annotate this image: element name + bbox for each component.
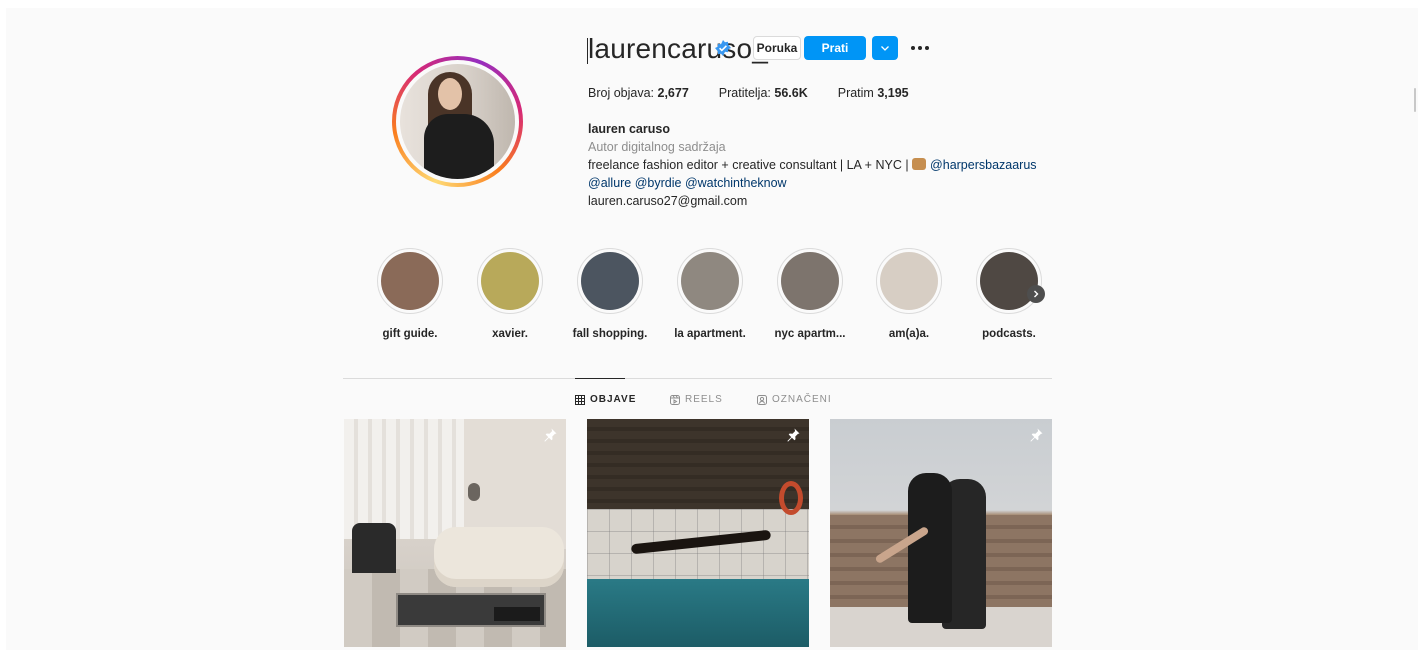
posts-count-label: Broj objava: bbox=[588, 86, 655, 100]
bio-mention-link[interactable]: @harpersbazaarus bbox=[930, 158, 1037, 172]
post-thumbnail[interactable] bbox=[587, 419, 809, 647]
highlight-ring bbox=[976, 248, 1042, 314]
avatar-border bbox=[396, 60, 519, 183]
highlight-label: am(a)a. bbox=[888, 328, 930, 340]
chevron-right-icon bbox=[1034, 290, 1039, 298]
highlight-ring bbox=[377, 248, 443, 314]
reels-icon bbox=[670, 394, 680, 405]
highlights-next-button[interactable] bbox=[1027, 285, 1045, 303]
profile-bio: lauren caruso Autor digitalnog sadržaja … bbox=[588, 120, 1037, 210]
profile-avatar-story-ring[interactable] bbox=[392, 56, 523, 187]
active-tab-indicator bbox=[575, 378, 625, 379]
follow-button[interactable]: Prati bbox=[804, 36, 866, 60]
pinned-post-icon bbox=[544, 428, 557, 442]
post-image-wall bbox=[587, 419, 809, 509]
bio-text: freelance fashion editor + creative cons… bbox=[588, 158, 913, 172]
highlight-ring bbox=[477, 248, 543, 314]
post-image-sofa bbox=[434, 527, 564, 587]
highlight-cover bbox=[880, 252, 938, 310]
highlight-item[interactable]: xavier. bbox=[470, 248, 550, 340]
post-thumbnail[interactable] bbox=[344, 419, 566, 647]
highlight-label: fall shopping. bbox=[572, 328, 648, 340]
writing-hand-emoji-icon bbox=[912, 158, 927, 170]
profile-page: laurencaruso_ Poruka Prati Broj objava: … bbox=[6, 8, 1418, 650]
highlight-item[interactable]: nyc apartm... bbox=[770, 248, 850, 340]
avatar-body-shape bbox=[424, 114, 494, 179]
highlight-label: gift guide. bbox=[382, 328, 438, 340]
highlight-item[interactable]: la apartment. bbox=[670, 248, 750, 340]
highlight-cover bbox=[381, 252, 439, 310]
profile-category: Autor digitalnog sadržaja bbox=[588, 140, 726, 154]
following-count[interactable]: Pratim 3,195 bbox=[838, 86, 909, 100]
suggested-accounts-button[interactable] bbox=[872, 36, 898, 60]
tab-tagged[interactable]: OZNAČENI bbox=[757, 394, 832, 405]
post-image-chair bbox=[352, 523, 396, 573]
highlight-cover bbox=[581, 252, 639, 310]
post-image-water bbox=[587, 579, 809, 647]
post-image-window bbox=[344, 419, 464, 539]
post-image-person bbox=[908, 473, 952, 623]
followers-count-label: Pratitelja: bbox=[718, 86, 771, 100]
tagged-user-icon bbox=[757, 394, 767, 405]
more-dot-icon bbox=[911, 46, 915, 50]
highlight-ring bbox=[876, 248, 942, 314]
posts-count-value: 2,677 bbox=[657, 86, 689, 100]
grid-icon bbox=[575, 394, 585, 405]
post-image-book bbox=[494, 607, 540, 621]
profile-username: laurencaruso_ bbox=[588, 33, 769, 64]
highlight-cover bbox=[481, 252, 539, 310]
avatar-face-shape bbox=[438, 78, 462, 110]
highlight-label: la apartment. bbox=[674, 328, 746, 340]
highlight-item[interactable]: fall shopping. bbox=[570, 248, 650, 340]
tab-reels-label: REELS bbox=[685, 394, 723, 405]
more-options-button[interactable] bbox=[907, 36, 933, 60]
following-count-value: 3,195 bbox=[877, 86, 909, 100]
highlight-label: xavier. bbox=[492, 328, 528, 340]
highlight-label: podcasts. bbox=[982, 328, 1036, 340]
scrollbar-thumb[interactable] bbox=[1414, 88, 1416, 112]
followers-count-value: 56.6K bbox=[774, 86, 808, 100]
pinned-post-icon bbox=[787, 428, 800, 442]
tab-posts[interactable]: OBJAVE bbox=[575, 394, 636, 405]
bio-mentions-links[interactable]: @allure @byrdie @watchintheknow bbox=[588, 174, 1037, 192]
highlight-ring bbox=[677, 248, 743, 314]
bio-email: lauren.caruso27@gmail.com bbox=[588, 194, 748, 208]
avatar bbox=[400, 64, 515, 179]
posts-count: Broj objava: 2,677 bbox=[588, 86, 689, 100]
highlight-label: nyc apartm... bbox=[774, 328, 846, 340]
post-thumbnail[interactable] bbox=[830, 419, 1052, 647]
tab-reels[interactable]: REELS bbox=[670, 394, 723, 405]
post-image-lifebuoy bbox=[779, 481, 803, 515]
message-button[interactable]: Poruka bbox=[753, 36, 801, 60]
profile-full-name: lauren caruso bbox=[588, 122, 670, 136]
tab-tagged-label: OZNAČENI bbox=[772, 394, 832, 405]
more-dot-icon bbox=[925, 46, 929, 50]
pinned-post-icon bbox=[1030, 428, 1043, 442]
highlight-ring bbox=[777, 248, 843, 314]
more-dot-icon bbox=[918, 46, 922, 50]
highlight-ring bbox=[577, 248, 643, 314]
tabs-divider bbox=[343, 378, 1052, 379]
bio-line: freelance fashion editor + creative cons… bbox=[588, 156, 1037, 174]
highlight-cover bbox=[681, 252, 739, 310]
highlight-item[interactable]: gift guide. bbox=[370, 248, 450, 340]
chevron-down-icon bbox=[881, 46, 889, 51]
highlight-cover bbox=[980, 252, 1038, 310]
post-image-vase bbox=[468, 483, 480, 501]
followers-count[interactable]: Pratitelja: 56.6K bbox=[719, 86, 808, 100]
tab-posts-label: OBJAVE bbox=[590, 394, 637, 405]
profile-stats: Broj objava: 2,677 Pratitelja: 56.6K Pra… bbox=[588, 86, 939, 100]
highlight-cover bbox=[781, 252, 839, 310]
following-count-label: Pratim bbox=[837, 86, 874, 100]
verified-badge-icon bbox=[715, 40, 731, 56]
highlight-item[interactable]: am(a)a. bbox=[869, 248, 949, 340]
